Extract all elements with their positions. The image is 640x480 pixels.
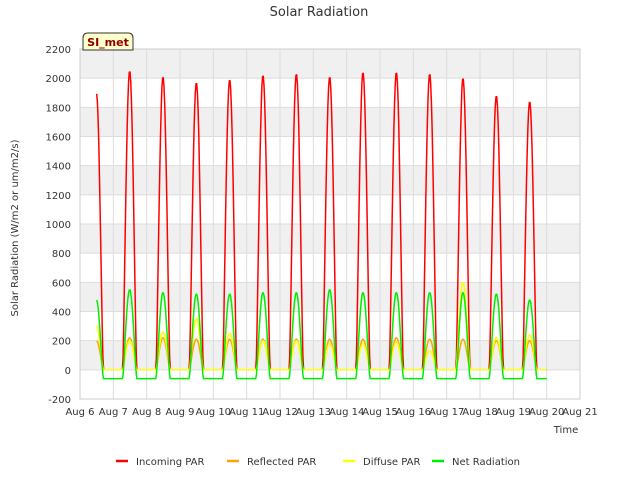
y-tick-label: -200 [48,395,71,406]
plot-band [80,311,580,341]
x-tick-label: Aug 6 [65,407,94,418]
y-tick-label: 1200 [46,191,71,202]
plot-band [80,224,580,254]
x-tick-label: Aug 18 [462,407,497,418]
site-label-box: SI_met [82,32,134,51]
y-tick-labels: -200 0 200 400 600 800 1000 1200 1400 1600 1800 200… [46,45,71,406]
y-tick-label: 400 [52,308,71,319]
x-tick-label: Aug 21 [562,407,597,418]
y-tick-label: 1000 [46,220,71,231]
plot-band [80,49,580,79]
y-tick-label: 200 [52,337,71,348]
plot-band [80,340,580,370]
y-axis-label: Solar Radiation (W/m2 or um/m2/s) [10,139,21,316]
chart-title: Solar Radiation [270,5,369,20]
x-tick-label: Aug 14 [329,407,364,418]
x-tick-label: Aug 13 [296,407,331,418]
plot-band [80,136,580,166]
plot-band [80,253,580,283]
legend: Incoming PAR Reflected PAR Diffuse PAR Net … [116,457,520,468]
x-tick-label: Aug 20 [529,407,564,418]
site-label: SI_met [87,36,129,49]
legend-label: Incoming PAR [136,457,205,468]
x-tick-label: Aug 7 [99,407,128,418]
y-tick-label: 800 [52,249,71,260]
plot-band [80,282,580,312]
x-tick-label: Aug 10 [196,407,231,418]
plot-band [80,194,580,224]
y-tick-label: 2200 [46,45,71,56]
plot-band [80,369,580,399]
y-tick-label: 1800 [46,103,71,114]
x-tick-label: Aug 9 [165,407,194,418]
x-tick-label: Aug 15 [362,407,397,418]
plot-band [80,165,580,195]
legend-label: Reflected PAR [247,457,316,468]
y-tick-label: 1400 [46,162,71,173]
x-tick-label: Aug 19 [496,407,531,418]
x-tick-labels: Aug 6 Aug 7 Aug 8 Aug 9 Aug 10Aug 11Aug 12Au… [65,407,597,418]
solar-radiation-chart: -200 0 200 400 600 800 1000 1200 1400 1600 1800 200… [10,5,598,468]
y-tick-label: 1600 [46,133,71,144]
x-tick-label: Aug 17 [429,407,464,418]
y-tick-label: 2000 [46,74,71,85]
x-tick-label: Aug 8 [132,407,161,418]
x-tick-label: Aug 12 [262,407,297,418]
plot-band [80,107,580,137]
y-tick-label: 600 [52,278,71,289]
x-axis-label: Time [553,425,578,436]
legend-label: Net Radiation [452,457,520,468]
legend-label: Diffuse PAR [363,457,420,468]
x-tick-label: Aug 11 [229,407,264,418]
y-tick-label: 0 [65,366,71,377]
x-tick-label: Aug 16 [396,407,431,418]
